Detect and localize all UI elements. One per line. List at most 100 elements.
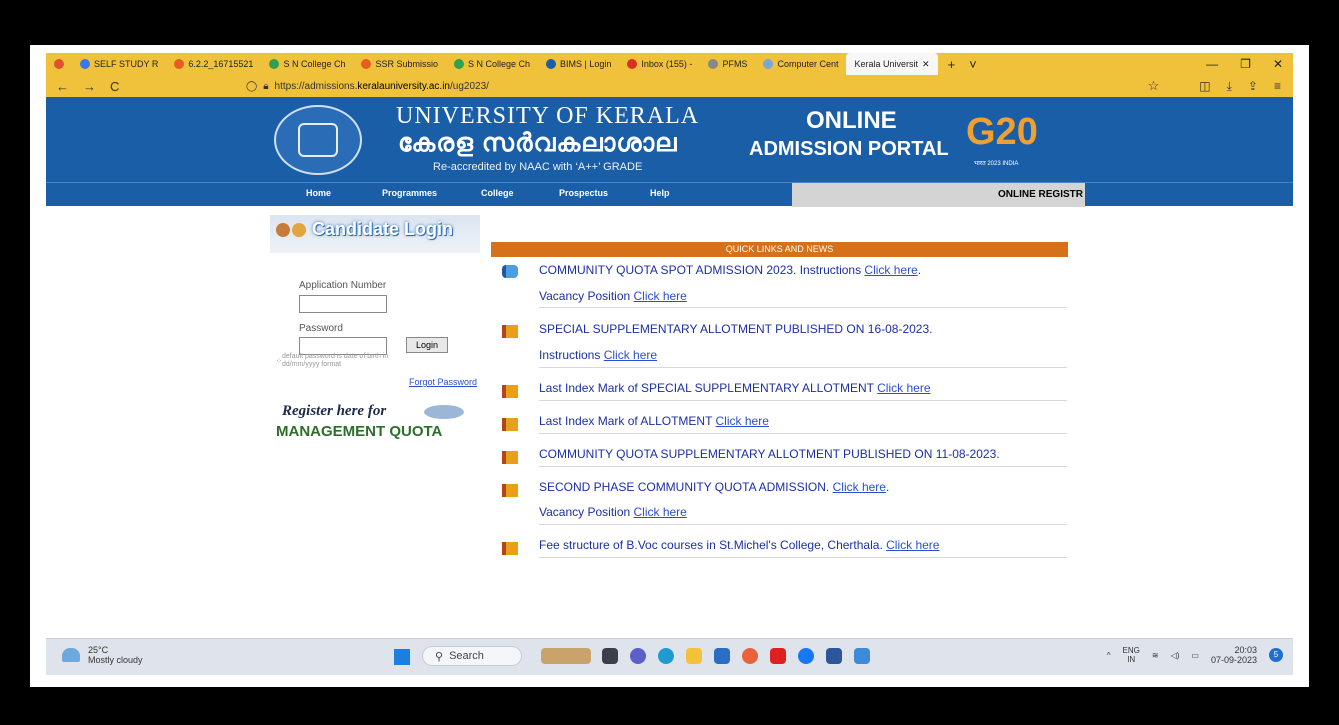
restore-button[interactable]: ❐ (1240, 57, 1251, 71)
address-bar[interactable]: ◯ 🔒︎ https://admissions.keralauniversity… (246, 81, 1148, 92)
tab-inbox[interactable]: Inbox (155) - (619, 53, 700, 75)
weather-widget[interactable]: 25°C Mostly cloudy (62, 645, 143, 665)
password-hint: default password is date of birth in dd/… (282, 353, 389, 368)
click-here-link[interactable]: Click here (634, 505, 687, 519)
portal-title-admission: ADMISSION PORTAL (749, 138, 949, 160)
url-text: https://admissions.keralauniversity.ac.i… (274, 80, 489, 92)
extensions-icon[interactable]: ⇪ (1248, 79, 1258, 94)
tab-self-study[interactable]: SELF STUDY R (72, 53, 166, 75)
click-here-link[interactable]: Click here (833, 480, 886, 494)
file-explorer-icon[interactable] (602, 648, 618, 664)
tab-pfms[interactable]: PFMS (700, 53, 755, 75)
chevron-up-icon[interactable]: ^ (1107, 651, 1111, 660)
notification-badge[interactable]: 5 (1269, 648, 1283, 662)
online-registration-marquee[interactable]: ONLINE REGISTR (792, 183, 1085, 207)
book-icon (502, 484, 518, 497)
click-here-link[interactable]: Click here (886, 538, 939, 552)
users-icon (276, 219, 312, 249)
photos-icon[interactable] (854, 648, 870, 664)
book-icon (502, 542, 518, 555)
chat-icon[interactable] (630, 648, 646, 664)
globe-icon (454, 59, 464, 69)
facebook-icon[interactable] (798, 648, 814, 664)
reload-button[interactable]: C (110, 79, 119, 94)
tab-list-button[interactable]: ˅ (969, 57, 977, 72)
click-here-link[interactable]: Click here (604, 348, 657, 362)
bookmark-star-icon[interactable]: ☆ (1148, 78, 1160, 94)
language-indicator[interactable]: ENG IN (1123, 646, 1140, 664)
system-tray: ^ ENG IN ≋ ◁) ▭ 20:03 07-09-2023 5 (1107, 645, 1283, 665)
widgets-icon[interactable] (541, 648, 591, 664)
click-here-link[interactable]: Click here (634, 289, 687, 303)
wifi-icon[interactable]: ≋ (1152, 651, 1159, 660)
tab-622[interactable]: 6.2.2_16715521 (166, 53, 261, 75)
nav-help[interactable]: Help (650, 188, 670, 198)
quick-links-header: QUICK LINKS AND NEWS (491, 242, 1068, 257)
click-here-link[interactable]: Click here (716, 414, 769, 428)
firefox-icon[interactable] (742, 648, 758, 664)
browser-tab-bar: SELF STUDY R 6.2.2_16715521 S N College … (46, 53, 1293, 75)
forward-button[interactable]: → (83, 79, 96, 94)
minimize-button[interactable]: — (1206, 57, 1218, 71)
tab-kerala-university[interactable]: Kerala Universit ✕ (846, 53, 938, 75)
divider (539, 466, 1067, 467)
youtube-icon[interactable] (770, 648, 786, 664)
bank-icon (546, 59, 557, 69)
download-icon[interactable]: ⤓ (1227, 79, 1232, 94)
news-item: Vacancy Position Click here (539, 289, 687, 303)
management-quota-register-banner[interactable]: Register here for MANAGEMENT QUOTA (274, 403, 474, 443)
nav-programmes[interactable]: Programmes (382, 188, 437, 198)
news-item: SPECIAL SUPPLEMENTARY ALLOTMENT PUBLISHE… (539, 322, 933, 336)
tab-computer-centre[interactable]: Computer Cent (755, 53, 846, 75)
volume-icon[interactable]: ◁) (1171, 651, 1180, 660)
window-icon (763, 59, 774, 69)
university-title-malayalam: കേരള സർവകലാശാല (398, 129, 678, 157)
globe-icon (269, 59, 280, 69)
divider (539, 367, 1067, 368)
edge-icon[interactable] (658, 648, 674, 664)
new-tab-button[interactable]: + (948, 57, 956, 72)
news-item: COMMUNITY QUOTA SUPPLEMENTARY ALLOTMENT … (539, 447, 1000, 461)
book-icon (502, 418, 518, 431)
divider (539, 400, 1067, 401)
news-item: Vacancy Position Click here (539, 505, 687, 519)
divider (539, 433, 1067, 434)
store-icon[interactable] (714, 648, 730, 664)
browser-toolbar: ← → C ◯ 🔒︎ https://admissions.keralauniv… (46, 75, 1293, 97)
divider (539, 307, 1067, 308)
news-item: SECOND PHASE COMMUNITY QUOTA ADMISSION. … (539, 480, 890, 494)
close-window-button[interactable]: ✕ (1273, 57, 1283, 71)
g20-logo: G20 (966, 111, 1038, 153)
back-button[interactable]: ← (56, 79, 69, 94)
click-here-link[interactable]: Click here (864, 263, 917, 277)
tab-ssr-submission[interactable]: SSR Submissio (353, 53, 446, 75)
nav-prospectus[interactable]: Prospectus (559, 188, 608, 198)
application-number-input[interactable] (299, 295, 387, 313)
tab-sn-college-2[interactable]: S N College Ch (446, 53, 538, 75)
nav-college[interactable]: College (481, 188, 514, 198)
clock[interactable]: 20:03 07-09-2023 (1211, 645, 1257, 665)
click-here-link[interactable]: Click here (877, 381, 930, 395)
word-icon[interactable] (826, 648, 842, 664)
login-button[interactable]: Login (406, 337, 448, 353)
web-page: UNIVERSITY OF KERALA കേരള സർവകലാശാല Re-a… (46, 97, 1293, 638)
close-tab-icon[interactable]: ✕ (922, 59, 930, 70)
book-icon (502, 451, 518, 464)
portal-title-online: ONLINE (806, 107, 897, 134)
tab-sn-college-1[interactable]: S N College Ch (261, 53, 353, 75)
nav-home[interactable]: Home (306, 188, 331, 198)
main-navigation: Home Programmes College Prospectus Help … (46, 182, 1293, 207)
taskbar-search[interactable]: ⚲ Search (422, 646, 522, 666)
windows-start-icon[interactable] (394, 649, 410, 665)
pocket-icon[interactable]: ◫ (1199, 79, 1210, 94)
firefox-menu-icon[interactable] (46, 53, 72, 75)
folder-icon[interactable] (686, 648, 702, 664)
news-item: Fee structure of B.Voc courses in St.Mic… (539, 538, 940, 552)
forgot-password-link[interactable]: Forgot Password (409, 377, 477, 387)
news-item: Instructions Click here (539, 348, 658, 362)
menu-icon[interactable]: ≡ (1274, 79, 1281, 94)
tab-bims-login[interactable]: BIMS | Login (538, 53, 619, 75)
news-item: Last Index Mark of ALLOTMENT Click here (539, 414, 769, 428)
document-icon (708, 59, 719, 69)
battery-icon[interactable]: ▭ (1191, 651, 1199, 660)
